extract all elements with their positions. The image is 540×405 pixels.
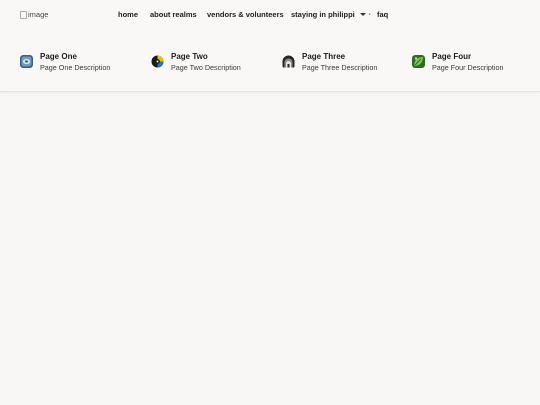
page-card[interactable]: Page Four Page Four Description (412, 51, 504, 73)
nav-about-link[interactable]: about realms (150, 10, 197, 19)
broken-image-icon (20, 10, 27, 19)
leaf-icon (412, 55, 425, 68)
nav-faq-link[interactable]: faq (377, 10, 388, 19)
page-title: Page Four (432, 52, 472, 61)
globe-app-icon (20, 55, 33, 68)
record-icon (151, 55, 164, 68)
page-card[interactable]: Page Two Page Two Description (151, 51, 241, 73)
page-title: Page One (40, 52, 77, 61)
nav-vendors-link[interactable]: vendors & volunteers (207, 10, 284, 19)
page-description: Page Three Description (302, 63, 378, 72)
page-title: Page Two (171, 52, 208, 61)
dot-icon: • (368, 12, 371, 18)
nav-staying-dropdown[interactable]: staying in philippi • (291, 10, 371, 19)
page-card[interactable]: Page One Page One Description (20, 51, 110, 73)
nav-home-link[interactable]: home (118, 10, 138, 19)
page-description: Page One Description (40, 63, 111, 72)
page-description: Page Two Description (171, 63, 241, 72)
site-logo[interactable]: image (20, 10, 48, 19)
page-card[interactable]: Page Three Page Three Description (282, 51, 377, 73)
dropdown-panel: Page One Page One Description Page Two P… (0, 30, 540, 92)
nav-staying-label: staying in philippi (291, 10, 355, 19)
page-description: Page Four Description (432, 63, 504, 72)
arch-icon (282, 55, 295, 68)
logo-alt-text: image (28, 10, 49, 19)
top-navbar: image home about realms vendors & volunt… (0, 0, 540, 30)
page-title: Page Three (302, 52, 346, 61)
chevron-down-icon (359, 13, 366, 16)
